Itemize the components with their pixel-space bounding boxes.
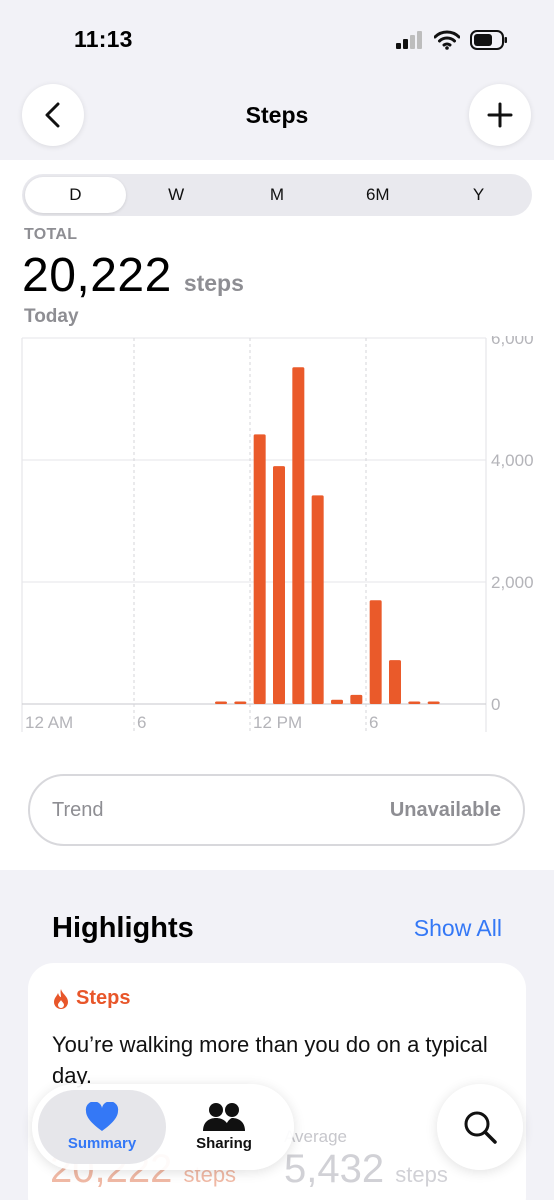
segment-week[interactable]: W [126,177,227,213]
x-tick-label: 12 PM [253,713,302,732]
plus-icon [487,102,513,128]
trend-value: Unavailable [389,798,501,821]
total-steps-value: 20,222 [22,249,172,302]
bar-hour-13 [273,466,285,704]
highlight-category-label: Steps [76,987,131,1009]
total-steps-unit: steps [183,270,244,296]
status-icons [396,30,508,50]
y-tick-label: 2,000 [491,573,534,592]
steps-chart-svg: 6,000 4,000 2,000 0 12 AM 6 12 PM 6 [21,329,534,732]
segment-six-months[interactable]: 6M [327,177,428,213]
steps-chart[interactable]: 6,000 4,000 2,000 0 12 AM 6 12 PM 6 [0,329,554,736]
status-time: 11:13 [74,26,133,52]
bar-hour-12 [253,434,266,704]
y-tick-label: 4,000 [491,451,534,470]
battery-icon [470,30,507,50]
trend-row[interactable]: Trend Unavailable [28,774,525,846]
time-range-segmented-control: D W M 6M Y [22,174,532,216]
steps-panel: D W M 6M Y TOTAL 20,222 steps Today 6,00… [0,160,554,870]
tab-sharing-label: Sharing [196,1135,252,1152]
heart-icon [85,1102,119,1131]
bar-hour-21 [427,701,440,704]
flame-icon [54,988,68,1009]
bar-hour-17 [350,694,363,704]
bar-hour-16 [331,699,343,704]
highlight-text: You’re walking more than you do on a typ… [52,1032,488,1088]
segment-day[interactable]: D [25,177,126,213]
total-label: TOTAL [24,226,78,243]
search-button[interactable] [437,1084,523,1170]
bar-hour-18 [369,600,382,704]
people-icon [203,1103,245,1131]
bar-hour-11 [234,701,247,704]
total-period: Today [24,306,79,327]
highlights-title: Highlights [52,912,194,944]
tab-summary[interactable]: Summary [38,1090,166,1164]
bar-hour-19 [389,660,401,704]
average-steps-value: 5,432 [284,1147,385,1191]
bar-hour-20 [408,701,421,704]
show-all-link[interactable]: Show All [414,915,502,942]
add-data-button[interactable] [469,84,531,146]
x-tick-label: 6 [137,713,146,732]
total-value-row: 20,222 steps [22,248,244,303]
segment-year[interactable]: Y [428,177,529,213]
x-tick-label: 12 AM [25,713,73,732]
bar-hour-14 [292,367,305,704]
nav-header: Steps [0,70,554,162]
wifi-icon [434,30,460,50]
cellular-signal-icon [396,31,422,49]
y-tick-label: 0 [491,695,500,714]
x-tick-label: 6 [369,713,378,732]
segment-month[interactable]: M [227,177,328,213]
highlight-category: Steps [52,987,130,1010]
tab-bar: Summary Sharing [32,1084,294,1170]
bar-hour-10 [215,701,227,704]
search-icon [464,1111,497,1144]
bar-hour-15 [311,495,324,704]
average-steps-stat: 5,432 steps [284,1147,448,1192]
trend-label: Trend [52,798,104,821]
average-steps-unit: steps [395,1162,448,1187]
tab-summary-label: Summary [67,1135,137,1152]
tab-sharing[interactable]: Sharing [160,1090,288,1164]
y-tick-label: 6,000 [491,336,534,348]
